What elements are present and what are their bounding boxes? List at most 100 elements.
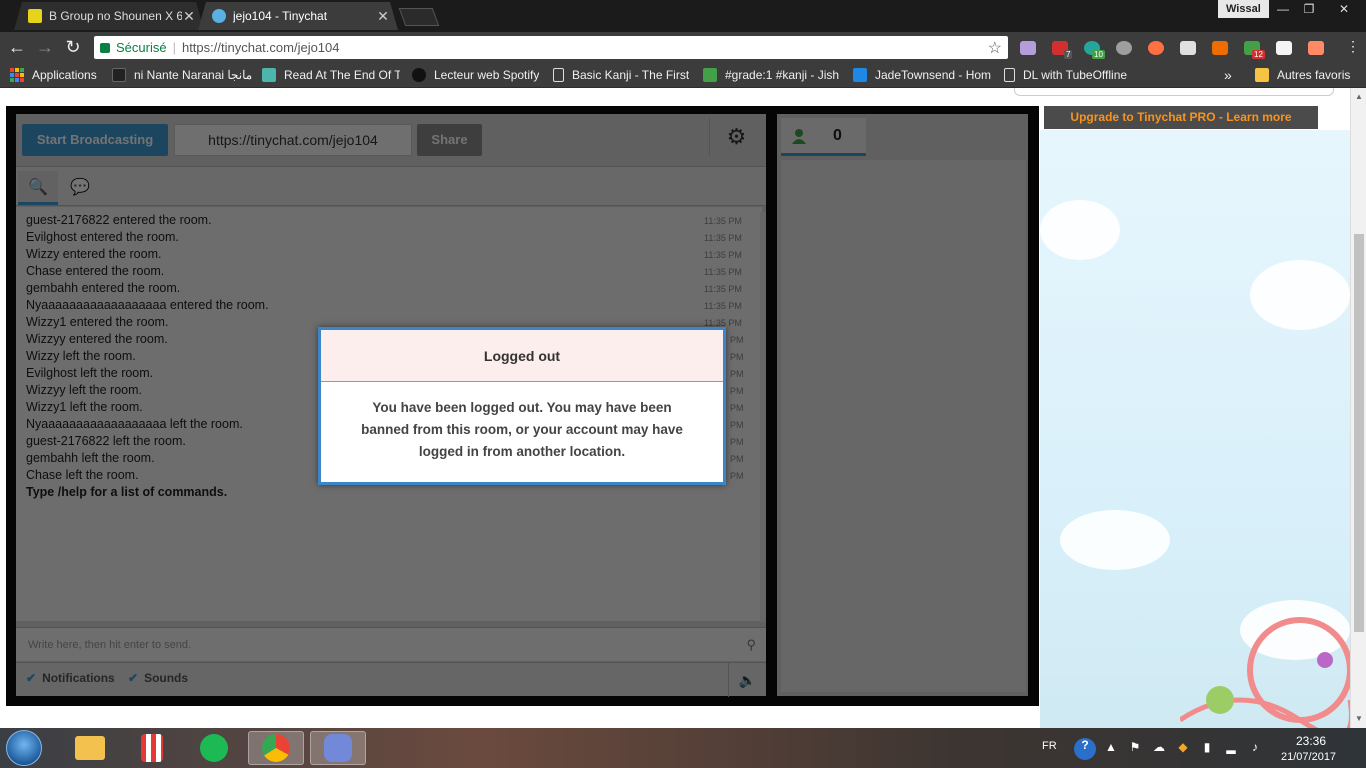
address-bar[interactable]: Sécurisé | https://tinychat.com/jejo104 … [94,36,1008,59]
chat-message: Wizzyy entered the room. [26,332,168,346]
browser-titlebar: B Group no Shounen X 6 ✕ jejo104 - Tinyc… [0,0,1366,32]
help-icon[interactable]: ? [1074,738,1096,760]
gear-icon[interactable]: ⚙ [709,118,763,156]
scroll-down-icon[interactable]: ▼ [1351,714,1366,723]
restore-button[interactable]: ❐ [1296,0,1322,18]
bookmarks-overflow-icon[interactable]: » [1224,67,1232,83]
chrome-menu-icon[interactable]: ⋮ [1346,38,1360,55]
folder-icon [75,736,105,760]
forward-icon[interactable]: → [34,36,56,58]
background-sky [1040,130,1350,728]
bookmark-tubeoffline[interactable]: DL with TubeOffline [1004,67,1127,83]
taskbar-popcorn[interactable] [124,731,180,765]
action-center-icon[interactable]: ⚑ [1128,740,1142,754]
taskbar-discord[interactable] [310,731,366,765]
tab-tinychat[interactable]: jejo104 - Tinychat ✕ [198,2,398,30]
popcorn-icon [141,734,163,762]
chat-message: Nyaaaaaaaaaaaaaaaaaa entered the room. [26,298,269,312]
profile-button[interactable]: Wissal [1218,0,1269,18]
ext-flame-icon[interactable] [1148,41,1164,55]
reload-icon[interactable]: ↻ [62,36,84,58]
room-url-field[interactable]: https://tinychat.com/jejo104 [174,124,412,156]
bookmark-spotify[interactable]: Lecteur web Spotify [412,67,539,83]
chat-message: guest-2176822 left the room. [26,434,186,448]
app-tray-icon[interactable]: ◆ [1176,740,1190,754]
upgrade-pro-link[interactable]: Upgrade to Tinychat PRO - Learn more [1044,106,1318,129]
search-chat-icon: 🔍 [28,179,48,196]
tab-close-icon[interactable]: ✕ [376,8,390,25]
clock-time[interactable]: 23:36 [1296,734,1326,748]
message-time: PM [730,420,744,430]
message-time: 11:35 PM [704,267,742,277]
bookmark-jadetownsend[interactable]: JadeTownsend - Hom [853,67,991,83]
bookmark-star-icon[interactable]: ☆ [988,38,1002,58]
chat-placeholder: Write here, then hit enter to send. [28,639,192,651]
scroll-up-icon[interactable]: ▲ [1351,92,1366,101]
search-icon[interactable]: ⚲ [746,628,756,662]
ext-orange-icon[interactable] [1308,41,1324,55]
start-broadcasting-button[interactable]: Start Broadcasting [22,124,168,156]
chat-scrollbar[interactable] [760,212,766,622]
chat-message: Nyaaaaaaaaaaaaaaaaaa left the room. [26,417,243,431]
user-icon [792,129,806,144]
bookmark-read-at-end[interactable]: Read At The End Of T [262,67,400,83]
bookmark-other-folder[interactable]: Autres favoris [1255,67,1350,83]
minimize-button[interactable]: — [1270,0,1296,18]
bookmark-label: Basic Kanji - The First [572,68,689,82]
ext-moon-icon[interactable] [1116,41,1132,55]
users-tab[interactable]: 0 [781,118,866,156]
chat-input[interactable]: Write here, then hit enter to send. ⚲ [16,627,766,661]
sounds-checkbox[interactable]: ✔ Sounds [128,671,188,685]
network-icon[interactable]: ▂ [1224,740,1238,754]
tray-expand-icon[interactable]: ▲ [1104,740,1118,754]
tab-search-chat[interactable]: 🔍 [18,171,58,205]
message-time: PM [730,471,744,481]
folder-icon [1255,68,1269,82]
scroll-thumb[interactable] [1354,234,1364,632]
chat-message: gembahh entered the room. [26,281,181,295]
close-window-button[interactable]: ✕ [1322,0,1366,18]
speaker-icon[interactable]: 🔈 [728,663,766,697]
ext-white-icon[interactable] [1276,41,1292,55]
notifications-checkbox[interactable]: ✔ Notifications [26,671,115,685]
page-scrollbar[interactable]: ▲ ▼ [1350,88,1366,728]
bookmark-applications[interactable]: Applications [10,67,97,83]
back-icon[interactable]: ← [6,36,28,58]
bookmark-jisho[interactable]: #grade:1 #kanji - Jish [703,67,839,83]
taskbar-explorer[interactable] [62,731,118,765]
volume-icon[interactable]: ♪ [1248,740,1262,754]
tab-b-group[interactable]: B Group no Shounen X 6 ✕ [14,2,204,30]
taskbar-chrome[interactable] [248,731,304,765]
chat-message: Evilghost left the room. [26,366,154,380]
new-tab-button[interactable] [398,8,440,26]
clock-date[interactable]: 21/07/2017 [1281,751,1336,763]
device-icon[interactable]: ▮ [1200,740,1214,754]
bookmark-label: Applications [32,68,97,82]
tab-close-icon[interactable]: ✕ [182,8,196,25]
start-button[interactable] [6,730,42,766]
bookmark-basic-kanji[interactable]: Basic Kanji - The First [553,67,689,83]
chat-message: Wizzy1 entered the room. [26,315,169,329]
bookmark-label: Autres favoris [1277,68,1351,82]
share-button[interactable]: Share [417,124,482,156]
chat-message: Chase entered the room. [26,264,165,278]
bookmark-label: Read At The End Of T [284,68,400,82]
apps-grid-icon [10,68,24,82]
taskbar-spotify[interactable] [186,731,242,765]
cloud-icon[interactable]: ☁ [1152,740,1166,754]
language-indicator[interactable]: FR [1042,740,1057,752]
page-icon [553,68,564,82]
url-text[interactable]: https://tinychat.com/jejo104 [182,40,340,55]
page-icon [1004,68,1015,82]
bookmark-label: ni Nante Naranai مانجا [134,68,252,82]
chat-message: Wizzy1 left the room. [26,400,143,414]
bookmark-manga[interactable]: ni Nante Naranai مانجا [112,67,252,83]
chat-subtabs: 🔍 💬 [16,166,766,206]
ext-purple-icon[interactable] [1020,41,1036,55]
help-hint: Type /help for a list of commands. [26,485,228,499]
ext-mail-icon[interactable] [1180,41,1196,55]
discord-icon [324,734,352,762]
ext-wrench-icon[interactable] [1212,41,1228,55]
tab-private-messages[interactable]: 💬 [60,171,100,205]
message-time: 11:35 PM [704,233,742,243]
